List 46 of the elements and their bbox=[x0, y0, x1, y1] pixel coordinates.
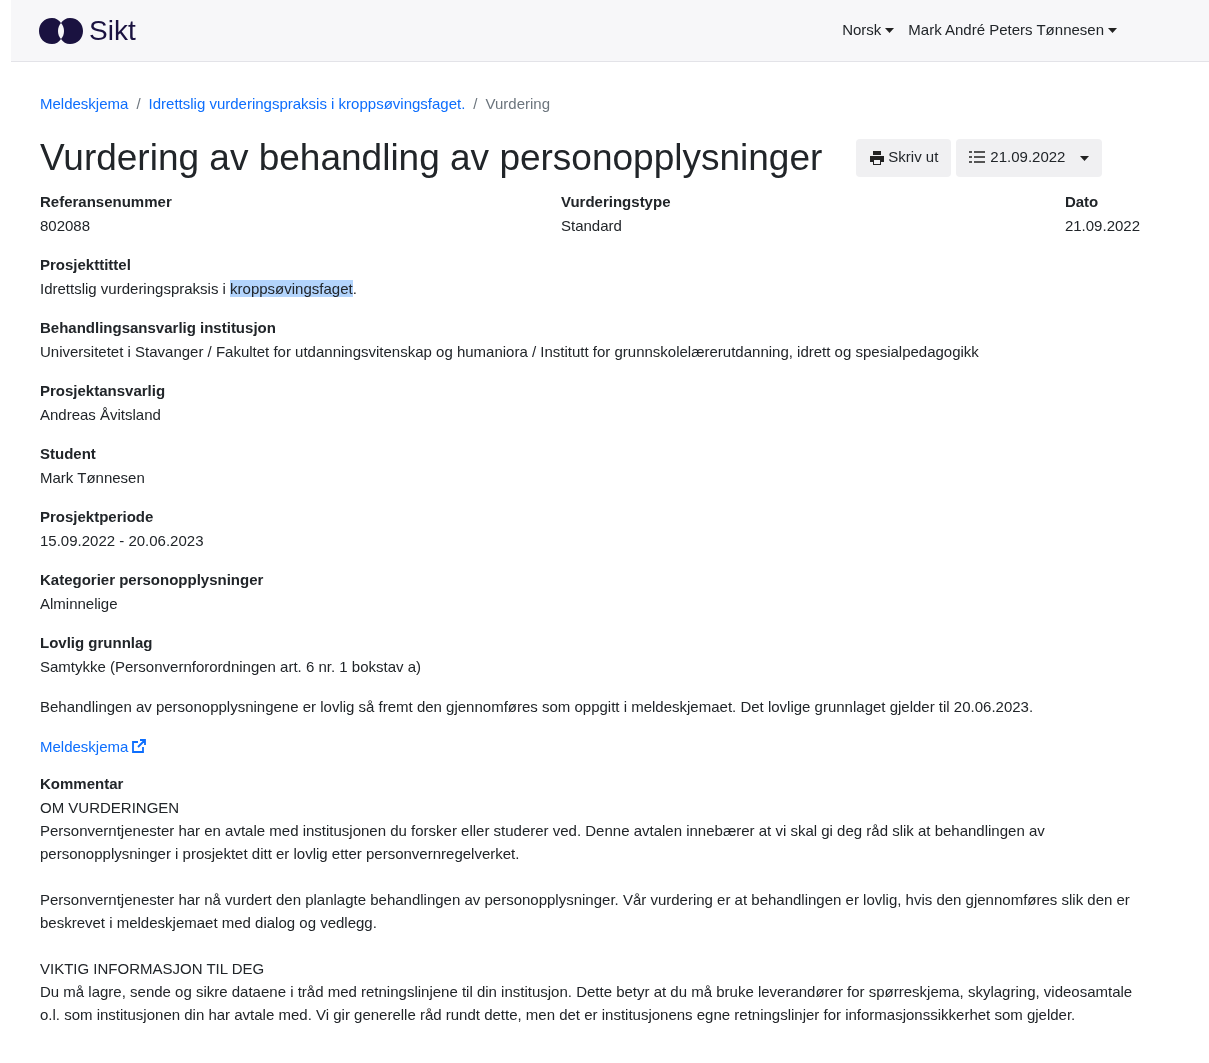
comment-heading: OM VURDERINGEN bbox=[40, 797, 181, 818]
field-value: Alminnelige bbox=[40, 593, 119, 614]
version-dropdown[interactable]: 21.09.2022 bbox=[956, 138, 1103, 177]
field-label: Behandlingsansvarlig institusjon bbox=[40, 317, 277, 338]
field-label: Referansenummer bbox=[40, 191, 173, 212]
field-value: 802088 bbox=[40, 215, 92, 236]
dropdown-menu[interactable]: Norsk bbox=[842, 19, 895, 42]
breadcrumb-separator: / bbox=[473, 94, 478, 114]
external-link-icon bbox=[131, 739, 147, 754]
comment-paragraph: Du må lagre, sende og sikre dataene i tråd med retningslinjene til din institusjon. Dette betyr at du må bruke leverandører for spørreskjema, skylagring, videosamtale o.l. som institusjonen din har avtale med. Vi gir generelle råd rundt dette, men det er institusjonens egne retningslinjer for informasjonssikkerhet som gjelder. bbox=[40, 981, 1134, 1025]
caret-icon bbox=[1108, 28, 1117, 33]
caret-icon bbox=[1080, 155, 1090, 161]
field-value: Samtykke (Personvernforordningen art. 6 nr. 1 bokstav a) bbox=[40, 656, 423, 677]
breadcrumb-link[interactable]: Meldeskjema bbox=[40, 93, 129, 116]
field-label: Kommentar bbox=[40, 773, 125, 794]
logo-text: Sikt bbox=[89, 13, 136, 48]
comment-heading: VIKTIG INFORMASJON TIL DEG bbox=[40, 958, 266, 979]
field-value: Idrettslig vurderingspraksis i kroppsøvingsfaget. bbox=[40, 278, 358, 299]
list-icon bbox=[969, 151, 986, 164]
field-value: 21.09.2022 bbox=[1064, 215, 1140, 236]
statement-text: Behandlingen av personopplysningene er lovlig så fremt den gjennomføres som oppgitt i meldeskjemaet. Det lovlige grunnlaget gjelder til 20.06.2023. bbox=[40, 696, 1035, 717]
comment-paragraph: Personverntjenester har en avtale med institusjonen du forsker eller studerer ved. Denne avtalen innebærer at vi skal gi deg råd slik at behandlingen av personopplysninger i prosjektet ditt er lovlig etter personvernregelverket. bbox=[40, 820, 1046, 864]
printer-icon bbox=[869, 150, 886, 165]
breadcrumb-link[interactable]: Idrettslig vurderingspraksis i kroppsøvingsfaget. bbox=[148, 93, 466, 116]
logo-icon bbox=[39, 17, 83, 44]
form-link[interactable]: Meldeskjema bbox=[40, 734, 147, 759]
field-label: Prosjektperiode bbox=[40, 506, 155, 527]
caret-icon bbox=[885, 28, 895, 33]
page-title: Vurdering av behandling av personopplysninger bbox=[40, 135, 823, 180]
field-label: Dato bbox=[1064, 191, 1100, 212]
field-label: Kategorier personopplysninger bbox=[40, 569, 265, 590]
field-value: Standard bbox=[561, 215, 623, 236]
print-button[interactable]: Skriv ut bbox=[856, 138, 952, 177]
breadcrumb-separator: / bbox=[136, 94, 141, 114]
field-label: Vurderingstype bbox=[561, 191, 672, 212]
field-label: Prosjekttittel bbox=[40, 254, 132, 275]
field-value: Universitetet i Stavanger / Fakultet for utdanningsvitenskap og humaniora / Institutt for grunnskolelærerutdanning, idrett og spesialpedagogikk bbox=[40, 341, 980, 362]
comment-paragraph: Personverntjenester har nå vurdert den planlagte behandlingen av personopplysninger. Vår vurdering er at behandlingen er lovlig, hvis den gjennomføres slik den er beskrevet i meldeskjemaet med dialog og vedlegg. bbox=[40, 889, 1131, 933]
breadcrumb-current: Vurdering bbox=[485, 94, 550, 114]
field-value: 15.09.2022 - 20.06.2023 bbox=[40, 530, 205, 551]
field-label: Lovlig grunnlag bbox=[40, 632, 154, 653]
field-value: Andreas Åvitsland bbox=[40, 404, 162, 425]
field-value: Mark Tønnesen bbox=[40, 467, 146, 488]
dropdown-menu[interactable]: Mark André Peters Tønnesen bbox=[908, 19, 1117, 42]
field-label: Student bbox=[40, 443, 97, 464]
field-label: Prosjektansvarlig bbox=[40, 380, 167, 401]
